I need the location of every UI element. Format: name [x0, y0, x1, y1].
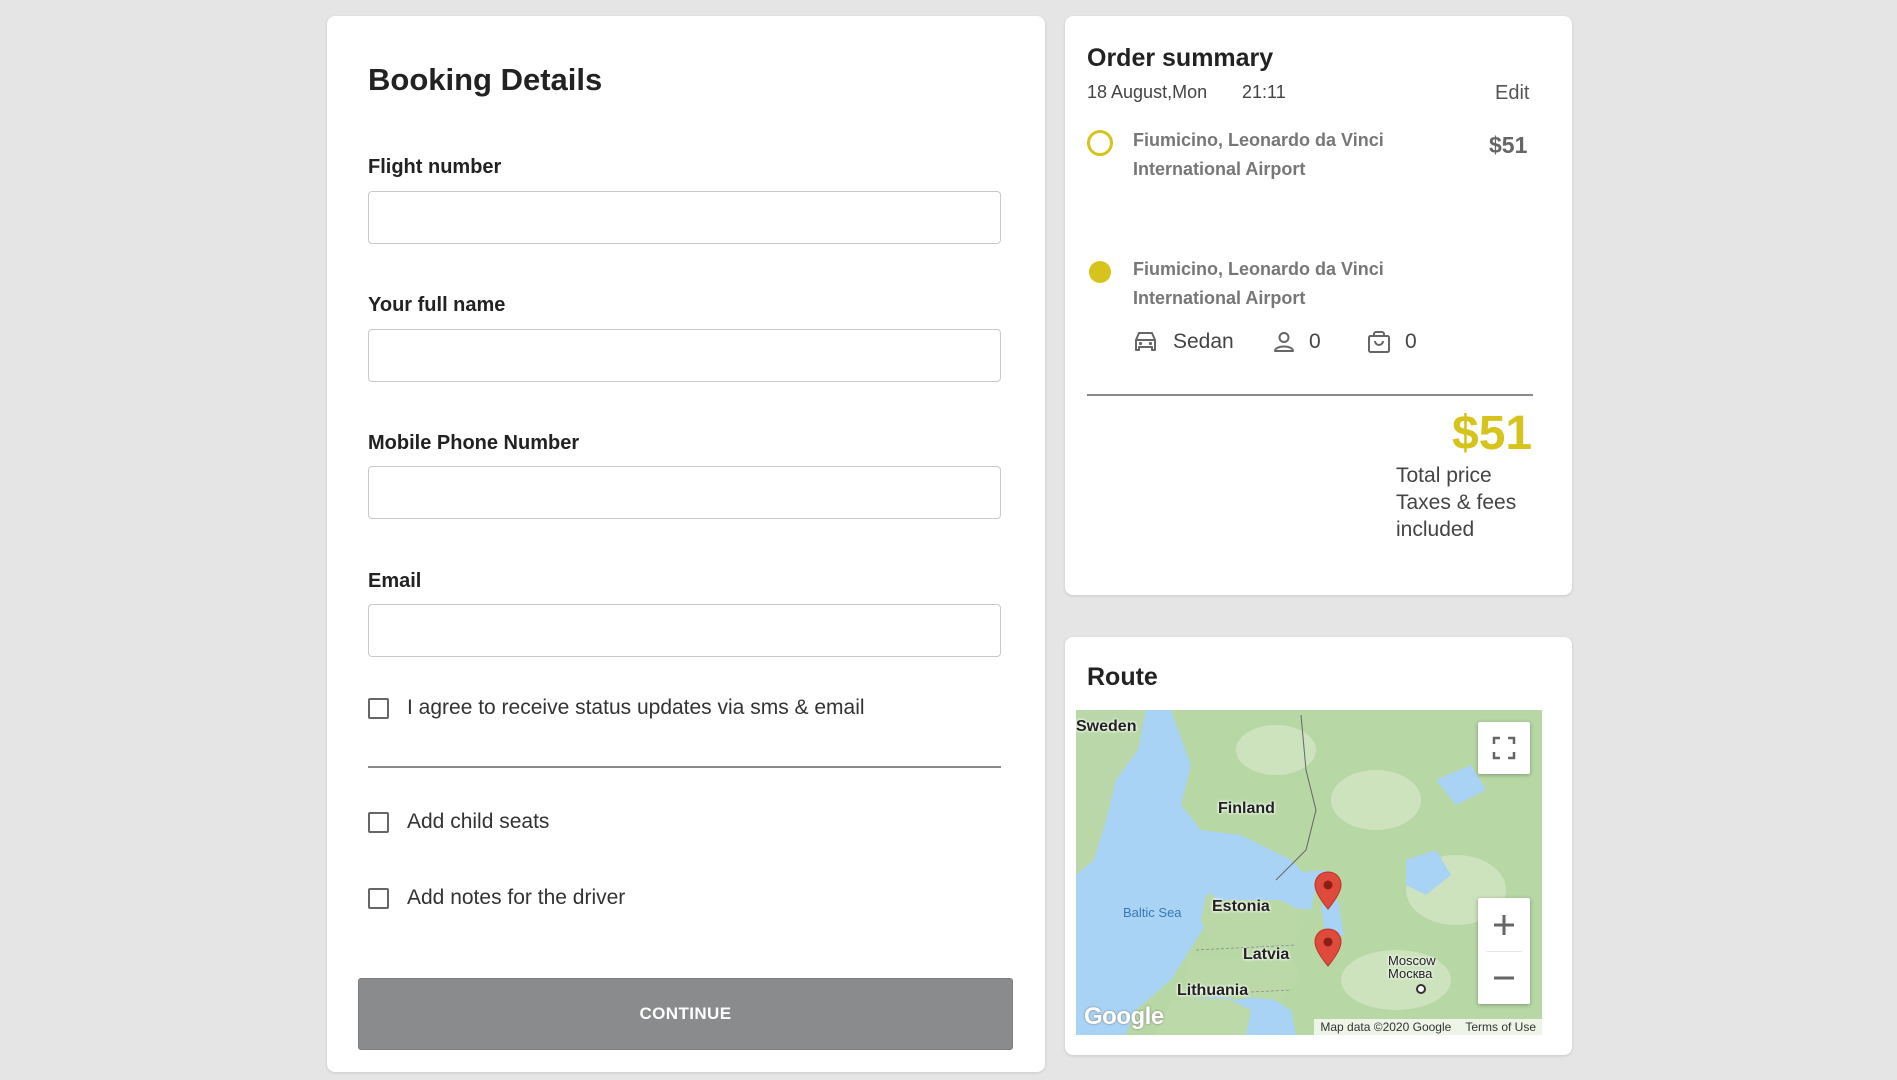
person-icon: [1274, 332, 1294, 352]
full-name-input[interactable]: [369, 330, 1000, 381]
map-marker-icon[interactable]: [1314, 871, 1342, 911]
map-label-finland: Finland: [1218, 800, 1275, 817]
agree-updates-checkbox[interactable]: [368, 697, 389, 719]
full-name-field[interactable]: [368, 329, 1001, 382]
total-note-line: Total price: [1396, 464, 1492, 487]
fullscreen-icon: [1492, 736, 1516, 760]
flight-number-label: Flight number: [368, 156, 502, 178]
map-data-credit: Map data ©2020 Google: [1320, 1020, 1452, 1034]
map-label-estonia: Estonia: [1212, 898, 1270, 915]
phone-input[interactable]: [369, 467, 1000, 518]
pickup-marker-icon: [1087, 130, 1113, 156]
leg-price: $51: [1489, 132, 1528, 158]
order-summary-title: Order summary: [1087, 44, 1274, 72]
zoom-in-button[interactable]: [1478, 899, 1530, 951]
divider: [368, 766, 1001, 768]
summary-divider: [1087, 394, 1533, 396]
map-attribution: Map data ©2020 Google Terms of Use: [1314, 1019, 1542, 1035]
map-terrain: [1076, 710, 1542, 1035]
email-field[interactable]: [368, 604, 1001, 657]
moscow-dot-icon: [1416, 984, 1426, 994]
order-summary-card: Order summary 18 August,Mon 21:11 Edit F…: [1065, 16, 1572, 595]
vehicle-info: Sedan: [1132, 330, 1234, 354]
driver-notes-checkbox[interactable]: [368, 887, 389, 909]
dropoff-marker-icon: [1089, 261, 1111, 283]
order-time: 21:11: [1242, 82, 1286, 102]
order-date: 18 August,Mon: [1087, 82, 1208, 102]
zoom-out-icon: [1494, 976, 1514, 979]
fullscreen-button[interactable]: [1478, 722, 1530, 774]
car-icon: [1135, 332, 1156, 351]
map-label-sweden: Sweden: [1076, 718, 1137, 735]
map-label-baltic-sea: Baltic Sea: [1123, 905, 1182, 920]
booking-details-card: Booking Details Flight number Your full …: [327, 16, 1045, 1072]
edit-link[interactable]: Edit: [1495, 82, 1529, 105]
zoom-controls: [1478, 898, 1530, 1004]
terms-of-use-link[interactable]: Terms of Use: [1465, 1020, 1536, 1034]
continue-button[interactable]: CONTINUE: [358, 978, 1013, 1050]
full-name-label: Your full name: [368, 294, 506, 316]
email-input[interactable]: [369, 605, 1000, 656]
route-title: Route: [1087, 663, 1158, 691]
driver-notes-row[interactable]: Add notes for the driver: [368, 886, 625, 910]
agree-updates-label: I agree to receive status updates via sm…: [407, 696, 865, 719]
phone-field[interactable]: [368, 466, 1001, 519]
route-map[interactable]: Sweden Finland Baltic Sea Estonia Latvia…: [1076, 710, 1542, 1035]
luggage-info: 0: [1367, 330, 1417, 354]
flight-number-field[interactable]: [368, 191, 1001, 244]
map-label-lithuania: Lithuania: [1177, 982, 1249, 999]
luggage-count: 0: [1405, 330, 1417, 353]
phone-label: Mobile Phone Number: [368, 432, 580, 454]
total-note: Total price Taxes & fees included: [1396, 462, 1516, 543]
flight-number-input[interactable]: [369, 192, 1000, 243]
total-note-line: Taxes & fees: [1396, 491, 1517, 514]
passenger-count: 0: [1309, 330, 1321, 353]
zoom-in-icon: [1494, 914, 1514, 935]
agree-updates-row[interactable]: I agree to receive status updates via sm…: [368, 696, 865, 720]
shopping-bag-icon: [1368, 331, 1390, 353]
booking-title: Booking Details: [368, 62, 603, 97]
map-label-moscow-ru: Москва: [1388, 966, 1433, 981]
total-note-line: included: [1396, 518, 1475, 541]
dropoff-location: Fiumicino, Leonardo da Vinci Internation…: [1133, 259, 1384, 308]
child-seats-label: Add child seats: [407, 810, 550, 833]
map-marker-icon[interactable]: [1314, 928, 1342, 968]
pickup-location: Fiumicino, Leonardo da Vinci Internation…: [1133, 130, 1384, 179]
zoom-out-button[interactable]: [1478, 952, 1530, 1004]
google-logo: Google: [1084, 1003, 1164, 1030]
passengers-info: 0: [1273, 330, 1321, 354]
child-seats-checkbox[interactable]: [368, 811, 389, 833]
total-price: $51: [1452, 407, 1533, 460]
route-card: Route Sweden Finland Baltic Sea Estonia …: [1065, 637, 1572, 1055]
map-label-latvia: Latvia: [1243, 946, 1290, 963]
email-label: Email: [368, 570, 422, 592]
child-seats-row[interactable]: Add child seats: [368, 810, 549, 834]
driver-notes-label: Add notes for the driver: [407, 886, 626, 909]
vehicle-type: Sedan: [1173, 330, 1234, 353]
